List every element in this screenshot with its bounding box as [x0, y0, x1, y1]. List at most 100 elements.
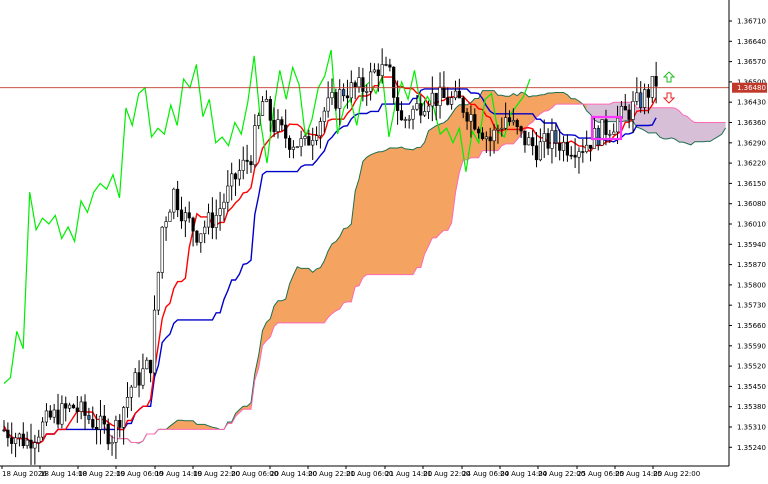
- candle-body: [469, 114, 473, 122]
- y-tick-label: 1.35240: [737, 444, 766, 452]
- candle-body: [241, 159, 245, 171]
- candle-body: [395, 97, 400, 111]
- candle-body: [496, 128, 500, 131]
- candle-body: [14, 437, 18, 444]
- candle-body: [75, 407, 79, 412]
- candle-body: [137, 372, 141, 386]
- candle-body: [98, 415, 103, 430]
- candle-body: [596, 128, 600, 146]
- candle-body: [500, 127, 504, 130]
- price-tag-label: 1.36480: [737, 84, 766, 92]
- y-tick-label: 1.35730: [737, 302, 766, 310]
- candle-body: [519, 126, 523, 132]
- candle-body: [295, 146, 299, 148]
- arrow-up-icon: [662, 71, 676, 83]
- candle-body: [449, 97, 454, 105]
- candle-body: [118, 419, 122, 428]
- y-tick-label: 1.36640: [737, 38, 766, 46]
- ichimoku-cloud: [104, 90, 726, 444]
- candle-body: [114, 419, 118, 443]
- y-tick-label: 1.35590: [737, 342, 766, 350]
- candle-body: [230, 173, 234, 187]
- candle-body: [141, 368, 145, 386]
- candle-body: [187, 212, 191, 219]
- candle-body: [195, 230, 199, 243]
- candle-body: [87, 415, 91, 420]
- candle-body: [102, 415, 106, 425]
- candle-body: [480, 132, 485, 139]
- candle-body: [122, 407, 126, 428]
- candle-body: [554, 130, 558, 144]
- candle-body: [546, 133, 550, 149]
- candle-body: [565, 141, 569, 156]
- candle-body: [353, 82, 357, 88]
- candle-body: [349, 82, 353, 99]
- candle-body: [17, 433, 22, 439]
- candle-body: [145, 359, 149, 370]
- candle-body: [106, 423, 110, 445]
- candle-body: [71, 404, 76, 409]
- candle-body: [129, 386, 133, 398]
- candle-body: [403, 119, 407, 121]
- candle-body: [152, 309, 157, 374]
- candle-body: [21, 433, 25, 446]
- candle-body: [330, 92, 334, 99]
- candle-body: [334, 92, 338, 109]
- candle-body: [206, 212, 211, 228]
- candle-body: [600, 119, 604, 146]
- y-tick-label: 1.35870: [737, 261, 766, 269]
- candle-body: [361, 77, 365, 92]
- y-tick-label: 1.35800: [737, 281, 766, 289]
- candle-body: [523, 130, 527, 146]
- candle-body: [461, 97, 465, 113]
- candle-body: [357, 77, 361, 88]
- candle-body: [631, 101, 635, 120]
- candle-body: [10, 437, 14, 444]
- candle-body: [299, 138, 303, 148]
- candle-body: [446, 97, 450, 105]
- candle-body: [476, 128, 481, 134]
- candle-body: [311, 140, 315, 146]
- candle-body: [179, 209, 184, 222]
- y-tick-label: 1.35660: [737, 322, 766, 330]
- candle-body: [365, 91, 369, 93]
- candle-body: [133, 372, 137, 388]
- candle-body: [442, 86, 446, 98]
- candle-body: [573, 154, 577, 158]
- candle-body: [639, 92, 643, 108]
- candle-body: [411, 109, 415, 120]
- candle-body: [95, 426, 99, 430]
- candle-body: [33, 442, 37, 449]
- candle-body: [538, 141, 542, 161]
- candle-body: [388, 64, 392, 68]
- candle-body: [465, 112, 469, 122]
- candle-body: [214, 215, 218, 228]
- candle-body: [368, 71, 373, 92]
- y-tick-label: 1.36430: [737, 99, 766, 107]
- y-tick-label: 1.35380: [737, 403, 766, 411]
- candle-body: [426, 105, 431, 112]
- candle-body: [438, 86, 442, 106]
- candle-body: [318, 121, 323, 137]
- candle-body: [284, 124, 288, 139]
- candle-body: [260, 101, 265, 116]
- candle-body: [642, 89, 647, 108]
- candle-body: [60, 403, 64, 425]
- candle-body: [237, 170, 242, 180]
- candle-body: [581, 151, 585, 153]
- y-tick-label: 1.35940: [737, 241, 766, 249]
- candle-body: [91, 419, 95, 428]
- candle-body: [654, 76, 658, 87]
- candle-body: [612, 131, 616, 135]
- y-tick-label: 1.36360: [737, 119, 766, 127]
- candle-body: [384, 64, 388, 66]
- candle-body: [68, 404, 72, 409]
- candle-body: [558, 143, 562, 151]
- candle-body: [646, 89, 650, 98]
- candle-body: [183, 212, 188, 222]
- candle-body: [380, 64, 384, 77]
- candle-body: [322, 110, 326, 122]
- candle-body: [623, 106, 627, 111]
- candle-body: [407, 118, 411, 121]
- candle-body: [422, 111, 427, 116]
